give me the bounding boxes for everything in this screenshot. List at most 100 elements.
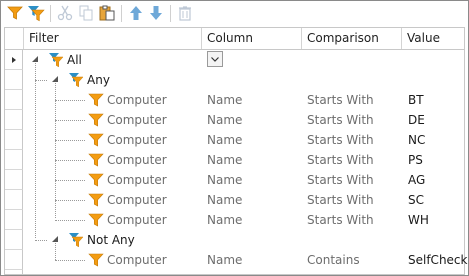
column-cell[interactable]: Name [207, 90, 242, 110]
row-header[interactable] [5, 50, 23, 70]
funnel-icon [88, 133, 104, 147]
tree-row-group[interactable]: Not Any [24, 230, 464, 250]
table-row[interactable]: Computer Name Starts With DE [24, 110, 464, 130]
row-header[interactable] [5, 110, 23, 130]
comparison-cell[interactable]: Starts With [307, 150, 374, 170]
table-row[interactable]: Computer Name Starts With PS [24, 150, 464, 170]
row-header[interactable] [5, 230, 23, 250]
filter-editor: Filter Column Comparison Value All Any C… [0, 0, 469, 276]
move-down-button[interactable] [147, 4, 165, 22]
funnel-group-icon [69, 233, 84, 248]
column-cell[interactable]: Name [207, 150, 242, 170]
paste-button[interactable] [98, 4, 116, 22]
tree-row-root[interactable]: All [24, 50, 464, 70]
funnel-icon [88, 193, 104, 207]
value-cell[interactable]: NC [408, 130, 425, 150]
collapse-triangle-icon[interactable] [50, 234, 60, 244]
column-cell[interactable]: Name [207, 130, 242, 150]
delete-button[interactable] [176, 4, 194, 22]
funnel-icon [7, 6, 23, 20]
value-cell[interactable]: DE [408, 110, 425, 130]
column-header-column[interactable]: Column [202, 28, 302, 49]
comparison-cell[interactable]: Starts With [307, 210, 374, 230]
row-header[interactable] [5, 250, 23, 270]
comparison-cell[interactable]: Starts With [307, 130, 374, 150]
comparison-cell[interactable]: Contains [307, 250, 360, 270]
tree-row-group[interactable]: Any [24, 70, 464, 90]
grid-header: Filter Column Comparison Value [5, 28, 464, 50]
header-corner [5, 28, 24, 49]
column-cell[interactable]: Name [207, 110, 242, 130]
row-header[interactable] [5, 150, 23, 170]
comparison-cell[interactable]: Starts With [307, 190, 374, 210]
column-cell[interactable]: Name [207, 250, 242, 270]
arrow-down-icon [150, 6, 162, 20]
filter-cell: Computer [107, 93, 167, 107]
column-cell[interactable]: Name [207, 170, 242, 190]
funnel-icon [88, 213, 104, 227]
move-up-button[interactable] [127, 4, 145, 22]
tree-line [55, 180, 85, 181]
arrow-up-icon [130, 6, 142, 20]
row-header[interactable] [5, 130, 23, 150]
column-cell[interactable]: Name [207, 210, 242, 230]
tree-line [55, 200, 85, 201]
table-row[interactable]: Computer Name Contains SelfCheck [24, 250, 467, 270]
tree-line [55, 260, 85, 261]
filter-cell: Computer [107, 213, 167, 227]
filter-cell: Computer [107, 113, 167, 127]
funnel-icon [88, 253, 104, 267]
comparison-cell[interactable]: Starts With [307, 170, 374, 190]
table-row[interactable]: Computer Name Starts With BT [24, 90, 464, 110]
column-cell[interactable]: Name [207, 190, 242, 210]
group-label: Any [87, 73, 110, 87]
funnel-icon [88, 153, 104, 167]
table-row[interactable]: Computer Name Starts With SC [24, 190, 464, 210]
tree-line [55, 220, 85, 221]
row-header[interactable] [5, 170, 23, 190]
cut-button[interactable] [56, 4, 74, 22]
table-row[interactable]: Computer Name Starts With WH [24, 210, 464, 230]
row-header[interactable] [5, 70, 23, 90]
value-cell[interactable]: BT [408, 90, 424, 110]
value-cell[interactable]: AG [408, 170, 425, 190]
value-cell[interactable]: PS [408, 150, 423, 170]
tree-line [55, 120, 85, 121]
table-row[interactable]: Computer Name Starts With AG [24, 170, 464, 190]
value-cell[interactable]: SC [408, 190, 424, 210]
value-cell[interactable]: SelfCheck [408, 250, 467, 270]
row-header[interactable] [5, 190, 23, 210]
copy-icon [79, 5, 93, 21]
funnel-icon [88, 173, 104, 187]
comparison-cell[interactable]: Starts With [307, 90, 374, 110]
column-header-comparison[interactable]: Comparison [302, 28, 402, 49]
row-header[interactable] [5, 90, 23, 110]
funnel-group-icon [28, 6, 45, 22]
filter-cell: Computer [107, 173, 167, 187]
column-header-filter[interactable]: Filter [24, 28, 202, 49]
filter-cell: Computer [107, 153, 167, 167]
scissors-icon [57, 5, 73, 21]
table-row[interactable]: Computer Name Starts With NC [24, 130, 464, 150]
current-row-indicator-icon [12, 57, 16, 63]
add-filter-button[interactable] [6, 4, 24, 22]
add-group-button[interactable] [27, 4, 45, 22]
toolbar-separator [170, 5, 171, 22]
comparison-cell[interactable]: Starts With [307, 110, 374, 130]
filter-cell: Computer [107, 133, 167, 147]
tree-line [55, 100, 85, 101]
group-type-dropdown[interactable] [207, 51, 223, 67]
value-cell[interactable]: WH [408, 210, 429, 230]
filter-cell: Computer [107, 253, 167, 267]
funnel-group-icon [69, 73, 84, 88]
funnel-icon [88, 93, 104, 107]
collapse-triangle-icon[interactable] [30, 54, 40, 64]
group-label: Not Any [87, 233, 135, 247]
collapse-triangle-icon[interactable] [50, 74, 60, 84]
chevron-down-icon [211, 57, 219, 62]
row-header[interactable] [5, 210, 23, 230]
column-header-value[interactable]: Value [402, 28, 464, 49]
copy-button[interactable] [77, 4, 95, 22]
toolbar-separator [50, 5, 51, 22]
paste-icon [99, 5, 115, 21]
